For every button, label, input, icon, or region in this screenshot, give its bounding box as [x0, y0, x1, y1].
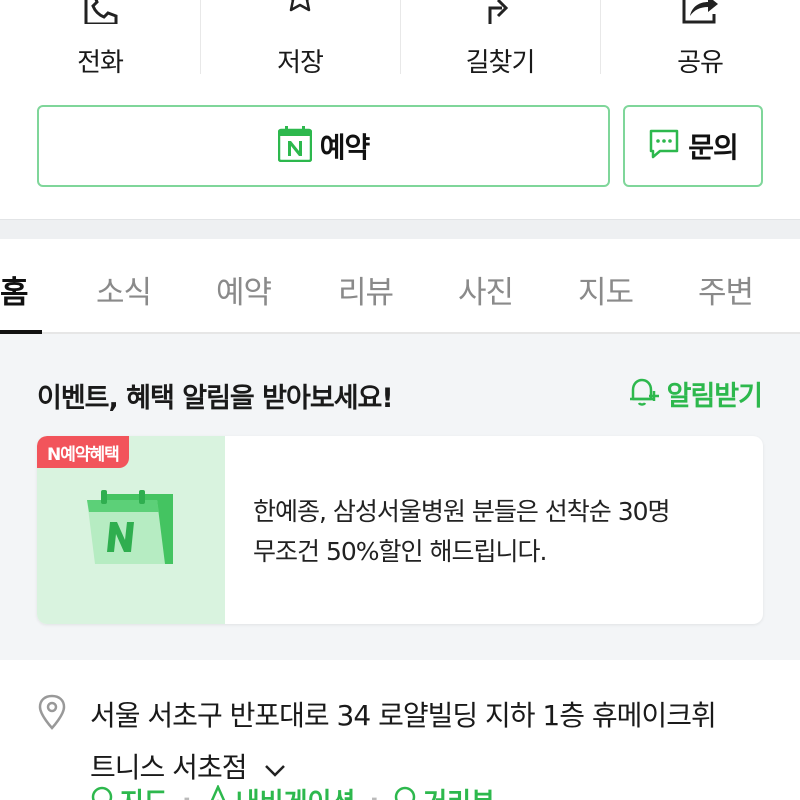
save-action[interactable]: 저장: [200, 0, 400, 86]
event-card-text: 한예종, 삼성서울병원 분들은 선착순 30명 무조건 50%할인 해드립니다.: [253, 492, 743, 572]
event-title: 이벤트, 혜택 알림을 받아보세요!: [37, 383, 394, 414]
save-label: 저장: [277, 48, 324, 78]
primary-buttons: 예약 문의: [37, 105, 763, 187]
share-label: 공유: [677, 48, 724, 78]
directions-label: 길찾기: [465, 48, 536, 78]
tab-news[interactable]: 소식: [96, 267, 152, 312]
tab-map[interactable]: 지도: [578, 267, 634, 312]
navigation-link-label: 내비게이션: [236, 782, 356, 800]
address-line-1: 서울 서초구 반포대로 34 로얄빌딩 지하 1층 휴메이크휘: [90, 699, 717, 732]
location-pin-icon: [37, 694, 67, 734]
address-section: 서울 서초구 반포대로 34 로얄빌딩 지하 1층 휴메이크휘 트니스 서초점 …: [0, 660, 800, 800]
call-action[interactable]: 전화: [0, 0, 200, 86]
link-separator: ·: [182, 786, 192, 800]
call-label: 전화: [77, 48, 124, 78]
map-link-label: 지도: [120, 782, 168, 800]
inquiry-label: 문의: [688, 131, 739, 164]
tab-nearby[interactable]: 주변: [698, 267, 754, 312]
streetview-link[interactable]: 거리뷰: [393, 782, 495, 800]
streetview-link-label: 거리뷰: [423, 782, 495, 800]
action-bar: 전화 저장 길찾기 공유: [0, 0, 800, 86]
reserve-button[interactable]: 예약: [37, 105, 610, 187]
streetview-icon: [393, 785, 417, 800]
tab-booking[interactable]: 예약: [216, 267, 272, 312]
navigation-icon: [206, 783, 230, 800]
event-text-line-2: 무조건 50%할인 해드립니다.: [253, 537, 547, 566]
address-line-2: 트니스 서초점: [90, 751, 247, 784]
event-card-image: N예약혜택: [37, 436, 225, 624]
alarm-label: 알림받기: [666, 381, 763, 412]
naver-booking-icon: [277, 126, 312, 166]
chat-bubble-icon: [648, 128, 680, 164]
address-text[interactable]: 서울 서초구 반포대로 34 로얄빌딩 지하 1층 휴메이크휘 트니스 서초점: [90, 690, 780, 795]
tab-bar: 홈 소식 예약 리뷰 사진 지도 주변: [0, 239, 800, 334]
alarm-subscribe-link[interactable]: 알림받기: [627, 374, 763, 413]
naver-calendar-icon: [83, 488, 179, 574]
event-badge: N예약혜택: [37, 436, 129, 468]
bell-plus-icon: [627, 375, 661, 413]
event-card[interactable]: N예약혜택 한예종, 삼성서울병원 분들은 선착순 30명 무조건 50%할인 …: [37, 436, 763, 624]
phone-icon: [80, 0, 120, 28]
directions-icon: [480, 0, 520, 28]
inquiry-button[interactable]: 문의: [623, 105, 763, 187]
share-action[interactable]: 공유: [600, 0, 800, 86]
share-icon: [680, 0, 720, 28]
tab-home[interactable]: 홈: [0, 267, 29, 312]
event-text-line-1: 한예종, 삼성서울병원 분들은 선착순 30명: [253, 497, 671, 526]
address-links: 지도 · 내비게이션 · 거리뷰: [90, 782, 495, 800]
tab-photos[interactable]: 사진: [458, 267, 514, 312]
navigation-link[interactable]: 내비게이션: [206, 782, 356, 800]
section-divider: [0, 219, 800, 239]
map-link[interactable]: 지도: [90, 782, 168, 800]
reserve-label: 예약: [319, 131, 371, 164]
star-icon: [280, 0, 320, 28]
map-pin-icon: [90, 785, 114, 800]
link-separator: ·: [369, 786, 379, 800]
event-section: 이벤트, 혜택 알림을 받아보세요! 알림받기 N예약혜택 한예종, 삼성서울병…: [0, 334, 800, 660]
directions-action[interactable]: 길찾기: [400, 0, 600, 86]
tab-reviews[interactable]: 리뷰: [338, 267, 394, 312]
